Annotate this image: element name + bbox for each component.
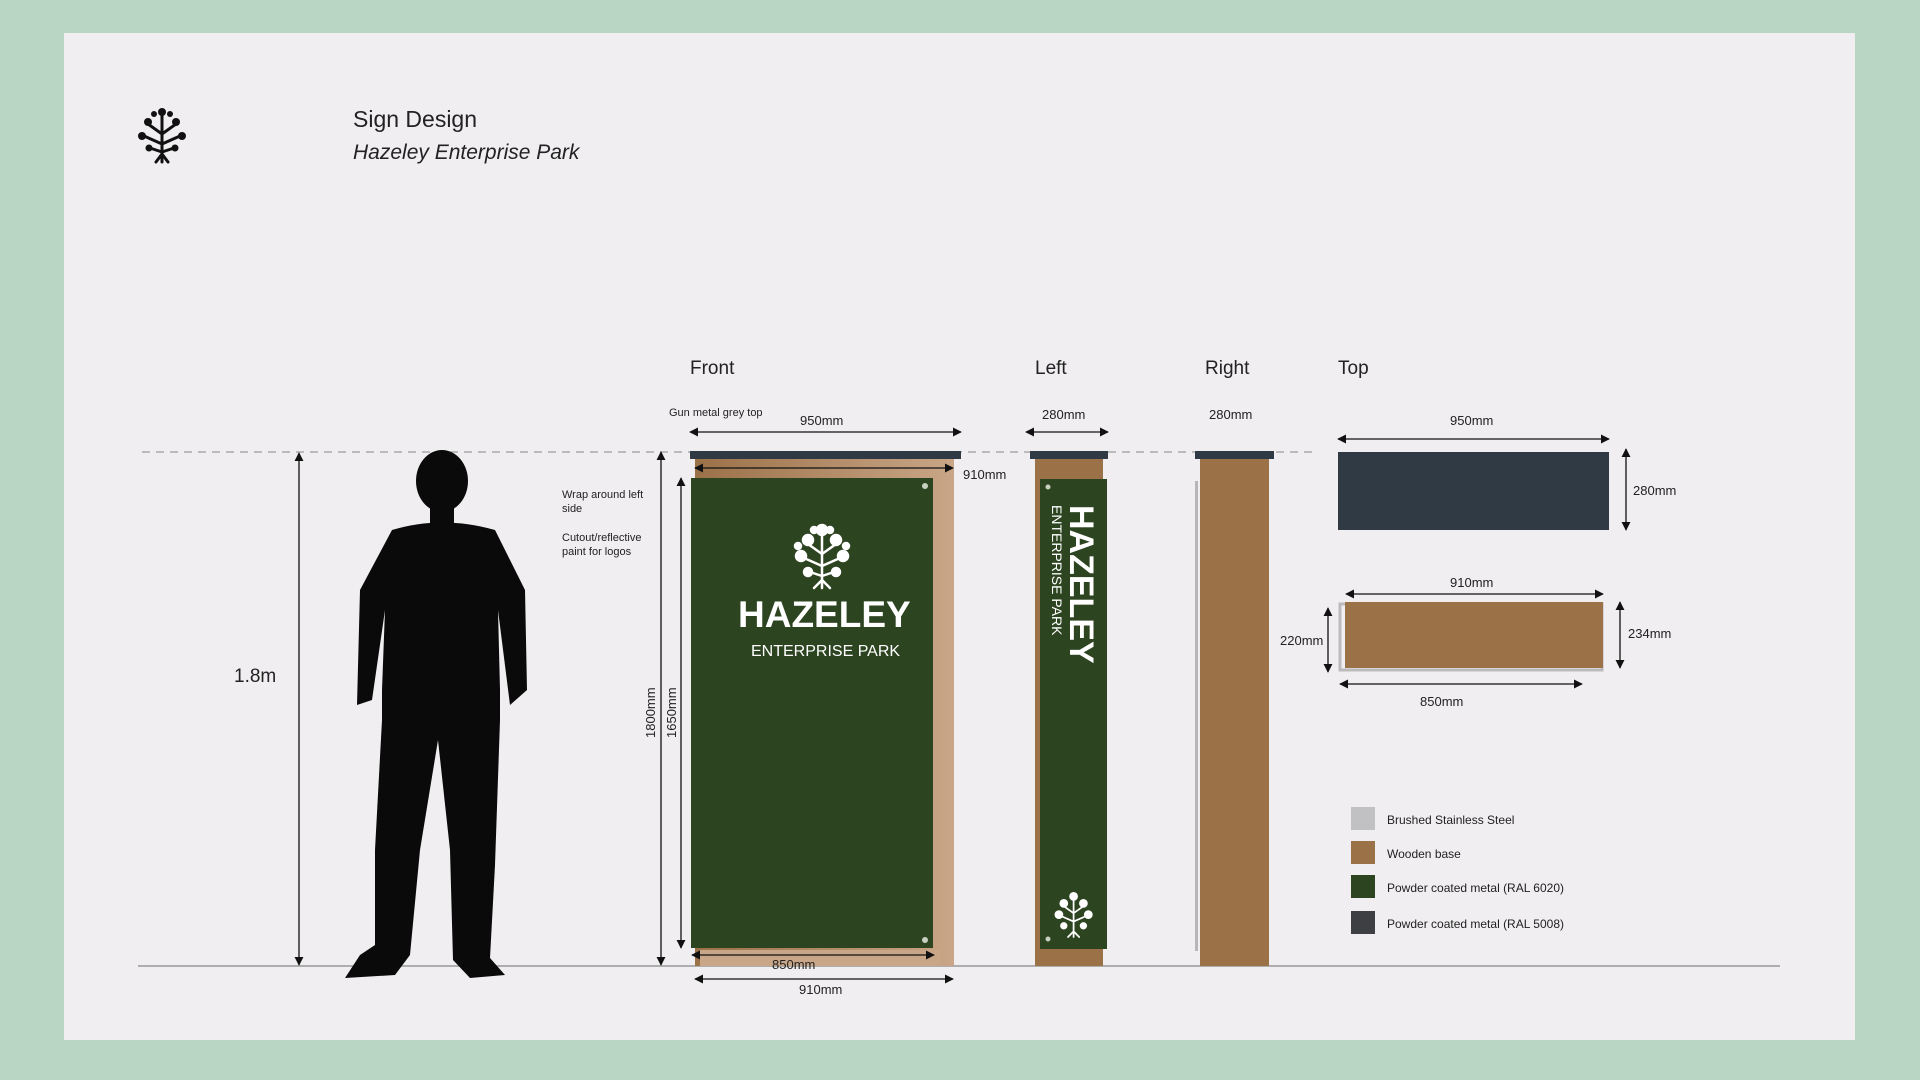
legend-label-steel: Brushed Stainless Steel	[1387, 813, 1515, 827]
right-steel-edge	[1195, 481, 1198, 951]
front-green-panel	[691, 478, 933, 948]
human-height-label: 1.8m	[234, 666, 277, 687]
left-depth-label: 280mm	[1042, 407, 1086, 422]
legend-swatch-wood	[1351, 841, 1375, 864]
legend-swatch-green	[1351, 875, 1375, 898]
top-base-right-depth-label: 234mm	[1628, 626, 1672, 641]
sign-left-tagline: ENTERPRISE PARK	[1049, 505, 1065, 636]
gun-metal-top-note: Gun metal grey top	[669, 407, 763, 419]
legend-swatch-steel	[1351, 807, 1375, 830]
front-width-top-label: 950mm	[800, 413, 844, 428]
front-bottom-outer-label: 910mm	[799, 982, 843, 997]
sign-front-brand: HAZELEY	[738, 594, 911, 635]
sign-left-brand: HAZELEY	[1062, 505, 1100, 664]
sign-front-tagline: ENTERPRISE PARK	[751, 643, 901, 660]
wrap-around-note: Wrap around left side	[562, 489, 644, 515]
front-height-total-label: 1800mm	[643, 687, 658, 738]
top-cap-depth-label: 280mm	[1633, 483, 1677, 498]
front-panel-width-label: 910mm	[963, 467, 1007, 482]
cutout-note: Cutout/reflective paint for logos	[562, 532, 642, 558]
drawing-canvas	[138, 427, 1780, 984]
right-view	[1195, 451, 1274, 966]
top-base-left-depth-label: 220mm	[1280, 633, 1324, 648]
right-wood-post	[1200, 459, 1269, 966]
top-cap-width-label: 950mm	[1450, 413, 1494, 428]
top-base-width-top-label: 910mm	[1450, 575, 1494, 590]
legend-label-green: Powder coated metal (RAL 6020)	[1387, 881, 1564, 895]
right-gunmetal-top	[1195, 451, 1274, 459]
top-cap-plan	[1338, 452, 1609, 530]
legend-label-wood: Wooden base	[1387, 847, 1461, 861]
front-gunmetal-top	[690, 451, 961, 459]
left-gunmetal-top	[1030, 451, 1108, 459]
front-bottom-inner-label: 850mm	[772, 957, 816, 972]
top-base-plan	[1345, 602, 1603, 668]
front-height-panel-label: 1650mm	[664, 687, 679, 738]
top-base-width-bottom-label: 850mm	[1420, 694, 1464, 709]
legend-swatch-gunmetal	[1351, 911, 1375, 934]
legend-label-gunmetal: Powder coated metal (RAL 5008)	[1387, 917, 1564, 931]
right-depth-label: 280mm	[1209, 407, 1253, 422]
human-silhouette	[345, 450, 527, 978]
